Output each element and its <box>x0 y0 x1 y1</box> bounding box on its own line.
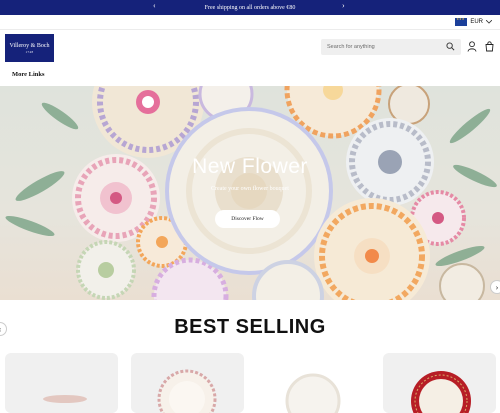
chevron-right-icon[interactable]: › <box>342 1 345 10</box>
chevron-right-icon: › <box>495 282 499 292</box>
cart-icon[interactable] <box>484 41 495 52</box>
product-card[interactable] <box>5 353 118 413</box>
carousel-next-button[interactable]: › <box>490 280 500 294</box>
announcement-text: Free shipping on all orders above €80 <box>204 4 296 11</box>
hero-image <box>5 86 497 300</box>
search-icon[interactable] <box>446 42 455 51</box>
product-image <box>157 369 217 413</box>
brand-tagline: 1748 <box>25 49 34 54</box>
discover-button[interactable]: Discover Flow <box>215 210 280 228</box>
announcement-bar: ‹ Free shipping on all orders above €80 … <box>0 0 500 15</box>
currency-code: EUR <box>470 19 483 25</box>
user-icon[interactable] <box>467 41 477 52</box>
hero-subtitle: Create your own flower bouquet <box>211 186 289 192</box>
currency-selector[interactable]: EUR <box>455 17 492 26</box>
top-utility-bar: EUR <box>0 15 500 30</box>
brand-logo[interactable]: Villeroy & Boch 1748 <box>5 34 54 62</box>
hero-banner: New Flower Create your own flower bouque… <box>0 86 500 300</box>
product-card[interactable] <box>131 353 244 413</box>
product-card[interactable] <box>383 353 496 413</box>
product-image <box>411 371 471 413</box>
eu-flag-icon <box>455 17 468 26</box>
chevron-down-icon <box>486 20 492 24</box>
chevron-left-icon[interactable]: ‹ <box>153 1 156 10</box>
product-image <box>285 373 341 413</box>
product-card[interactable] <box>257 353 370 413</box>
nav-more-links[interactable]: More Links <box>12 71 45 78</box>
search-placeholder: Search for anything <box>327 44 375 50</box>
search-input[interactable]: Search for anything <box>321 39 461 55</box>
brand-name: Villeroy & Boch <box>9 42 50 49</box>
best-selling-heading: BEST SELLING <box>174 316 326 338</box>
hero-title: New Flower <box>192 155 308 178</box>
product-image <box>43 395 87 403</box>
